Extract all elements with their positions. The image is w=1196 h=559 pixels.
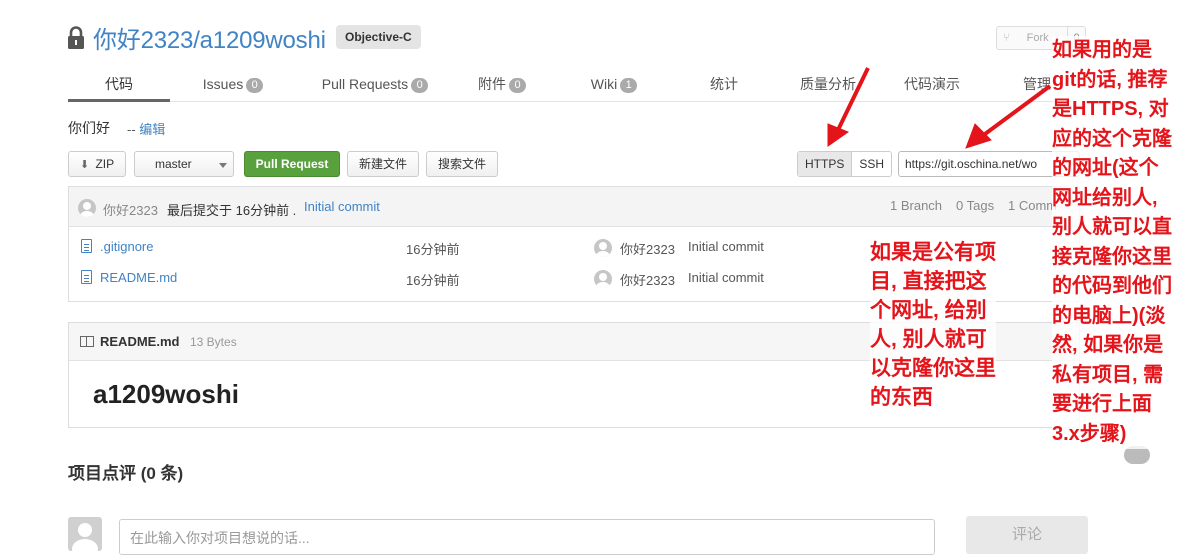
annotation-line: 以克隆你这里 xyxy=(870,357,996,380)
book-icon xyxy=(80,336,94,347)
tab-label: 代码演示 xyxy=(904,76,960,92)
annotation-public-project: 如果是公有项 目, 直接把这 个网址, 给别 人, 别人就可 以克隆你这里 的东… xyxy=(870,238,996,412)
tab-label: Wiki xyxy=(590,76,618,92)
file-time: 16分钟前 xyxy=(406,273,460,288)
pull-request-button[interactable]: Pull Request xyxy=(244,151,340,177)
fork-label: Fork xyxy=(1026,32,1049,44)
tab-label: 代码 xyxy=(105,76,133,92)
repo-title[interactable]: 你好2323/a1209woshi xyxy=(93,20,326,55)
arrowhead xyxy=(965,123,992,149)
annotation-line: 私有项目, 需 xyxy=(1052,363,1164,386)
tab-wiki[interactable]: Wiki 1 xyxy=(578,70,650,102)
repo-tabs: 代码 Issues 0 Pull Requests 0 附件 0 Wiki 1 统计 质… xyxy=(68,70,1078,102)
comment-input[interactable] xyxy=(119,519,935,555)
edit-link[interactable]: 编辑 xyxy=(139,122,165,137)
comment-submit-button[interactable]: 评论 xyxy=(966,516,1088,554)
tab-count: 1 xyxy=(620,78,638,93)
tab-count: 0 xyxy=(509,78,526,93)
tag-count[interactable]: 0 Tags xyxy=(956,198,994,213)
readme-heading: a1209woshi xyxy=(93,379,239,409)
annotation-line: 的代码到他们 xyxy=(1052,275,1172,297)
edit-description: -- 编辑 xyxy=(127,119,165,138)
avatar xyxy=(594,270,612,288)
https-toggle[interactable]: HTTPS xyxy=(798,152,853,176)
commit-message-link[interactable]: Initial commit xyxy=(304,199,380,214)
repo-description: 你们好 xyxy=(68,120,110,136)
tab-code[interactable]: 代码 xyxy=(68,70,170,102)
annotation-line: 的电脑上)(淡 xyxy=(1052,304,1166,327)
zip-download-button[interactable]: ⬇ ZIP xyxy=(68,151,126,177)
branch-select[interactable]: master xyxy=(134,151,234,177)
lock-icon xyxy=(68,26,84,49)
review-title: 项目点评 (0 条) xyxy=(68,464,184,483)
tab-pull-requests[interactable]: Pull Requests 0 xyxy=(308,70,442,102)
avatar xyxy=(594,239,612,257)
arrowhead xyxy=(827,123,850,147)
tab-label: 质量分析 xyxy=(800,76,856,92)
annotation-line: 3.x步骤) xyxy=(1052,422,1127,445)
annotation-line: 应的这个克隆 xyxy=(1052,127,1172,150)
annotation-line: 网址给别人, xyxy=(1052,186,1158,209)
commit-count[interactable]: 1 Comm xyxy=(1008,198,1057,213)
file-icon xyxy=(81,239,92,253)
branch-count[interactable]: 1 Branch xyxy=(890,198,942,213)
file-author[interactable]: 你好2323 xyxy=(620,239,675,258)
annotation-line: git的话, 推荐 xyxy=(1052,68,1168,91)
language-badge: Objective-C xyxy=(336,25,421,49)
tab-demo[interactable]: 代码演示 xyxy=(894,70,970,102)
latest-commit-bar: 你好2323 最后提交于 16分钟前 . Initial commit 1 Br… xyxy=(69,187,1079,227)
tab-stats[interactable]: 统计 xyxy=(694,70,754,102)
tab-label: 统计 xyxy=(710,76,738,92)
file-name[interactable]: README.md xyxy=(100,270,177,285)
tab-attachments[interactable]: 附件 0 xyxy=(466,70,538,102)
readme-size: 13 Bytes xyxy=(190,335,237,349)
annotation-line: 的东西 xyxy=(870,386,933,409)
commit-author[interactable]: 你好2323 xyxy=(103,200,158,219)
avatar xyxy=(68,517,102,551)
tab-label: 管理 xyxy=(1023,76,1051,92)
file-name[interactable]: .gitignore xyxy=(100,239,153,254)
annotation-line: 目, 直接把这 xyxy=(870,270,987,293)
annotation-line: 如果是公有项 xyxy=(870,241,996,264)
caret-down-icon xyxy=(219,163,227,168)
edit-prefix: -- xyxy=(127,122,136,137)
clone-protocol-toggle: HTTPS SSH xyxy=(797,151,893,177)
tab-count: 0 xyxy=(411,78,429,93)
annotation-line: 接克隆你这里 xyxy=(1052,245,1172,268)
annotation-line: 别人就可以直 xyxy=(1052,216,1172,238)
ssh-toggle[interactable]: SSH xyxy=(852,152,891,176)
annotation-line: 然, 如果你是 xyxy=(1052,334,1164,356)
file-commit-message[interactable]: Initial commit xyxy=(688,270,764,285)
tab-label: Pull Requests xyxy=(321,76,409,92)
tab-count: 0 xyxy=(246,78,264,93)
tab-quality[interactable]: 质量分析 xyxy=(790,70,866,102)
new-file-button[interactable]: 新建文件 xyxy=(347,151,419,177)
branch-name: master xyxy=(155,157,192,171)
annotation-line: 是HTTPS, 对 xyxy=(1052,98,1169,120)
annotation-line: 要进行上面 xyxy=(1052,393,1152,415)
annotation-line: 人, 别人就可 xyxy=(870,328,987,351)
tab-issues[interactable]: Issues 0 xyxy=(188,70,278,102)
tab-label: 附件 xyxy=(478,76,506,92)
annotation-line: 如果用的是 xyxy=(1052,39,1152,61)
annotation-line: 的网址(这个 xyxy=(1052,157,1159,179)
fork-icon: ⑂ xyxy=(1003,32,1010,44)
file-author[interactable]: 你好2323 xyxy=(620,270,675,289)
annotation-https-recommendation: 如果用的是 git的话, 推荐 是HTTPS, 对 应的这个克隆 的网址(这个 … xyxy=(1052,36,1172,449)
file-icon xyxy=(81,270,92,284)
tab-label: Issues xyxy=(202,76,244,92)
search-file-button[interactable]: 搜索文件 xyxy=(426,151,498,177)
file-time: 16分钟前 xyxy=(406,242,460,257)
download-icon: ⬇ xyxy=(79,159,90,171)
readme-filename: README.md xyxy=(100,334,180,349)
zip-label: ZIP xyxy=(95,157,115,171)
avatar xyxy=(78,199,96,217)
commit-summary: 最后提交于 16分钟前 . xyxy=(167,203,297,218)
annotation-line: 个网址, 给别 xyxy=(870,299,987,322)
file-commit-message[interactable]: Initial commit xyxy=(688,239,764,254)
